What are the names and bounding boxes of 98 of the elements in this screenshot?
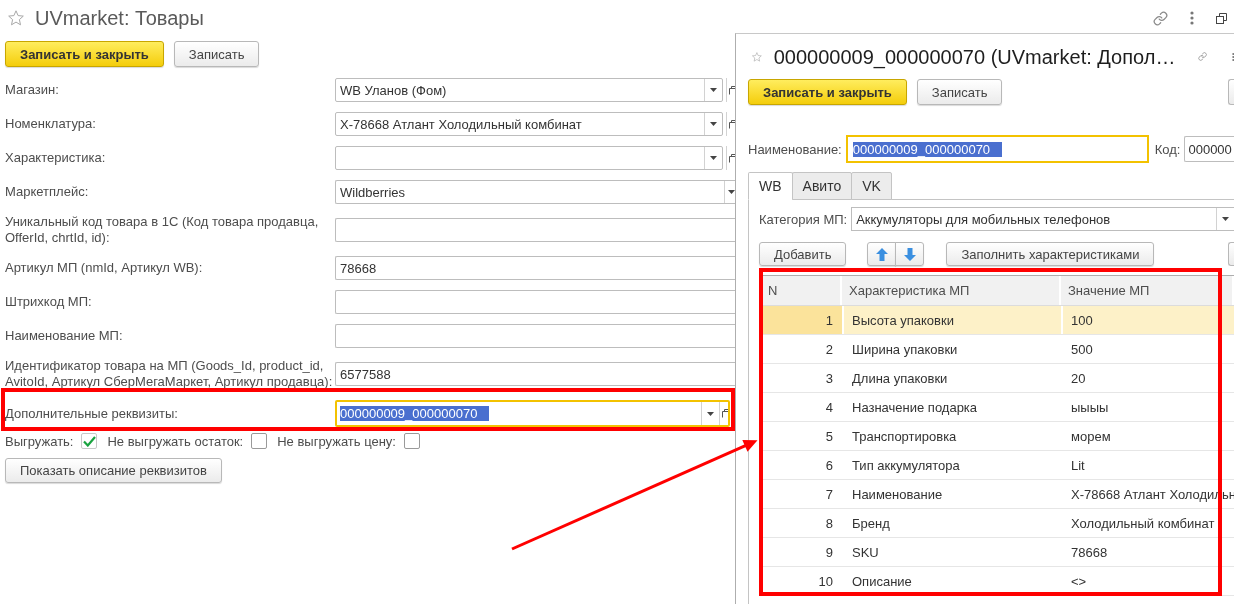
input-field[interactable]: 78668	[335, 256, 735, 280]
table-row[interactable]: 1 Высота упаковки 100	[761, 306, 1234, 335]
toolbar-button[interactable]: Заполнить характеристиками	[946, 242, 1155, 266]
table-cell-text: 7	[824, 485, 834, 504]
table-cell-text: Тип аккумулятора	[851, 456, 961, 475]
save-button[interactable]: Записать	[916, 79, 1003, 105]
tab[interactable]: VK	[851, 172, 892, 200]
checkbox-label: Не выгружать остаток:	[107, 433, 244, 449]
checkbox[interactable]	[81, 433, 98, 449]
restore-window-icon[interactable]	[1216, 12, 1227, 24]
table-cell-text: <>	[1070, 572, 1088, 591]
select-field[interactable]: Х-78668 Атлант Холодильный комбинат	[335, 112, 723, 136]
link-icon[interactable]	[1153, 10, 1168, 26]
describe-button[interactable]: Показать описание реквизитов	[5, 458, 222, 483]
table-cell-text: 10	[817, 572, 834, 591]
column-header[interactable]: N	[761, 276, 842, 305]
table-cell-text: 4	[824, 398, 834, 417]
window-icon	[729, 85, 735, 95]
table-cell-text: Lit	[1070, 456, 1086, 475]
table-cell-text: Ширина упаковки	[851, 340, 959, 359]
tick-icon	[82, 435, 96, 447]
table-cell-text: 78668	[1070, 543, 1109, 562]
field-label: Категория МП:	[759, 211, 848, 227]
select-field[interactable]: Аккумуляторы для мобильных телефонов	[851, 207, 1234, 231]
caret-icon	[710, 156, 717, 160]
field-label: Уникальный код товара в 1С (Код товара продавца, OfferId, chrtId, id):	[5, 214, 320, 246]
input-field[interactable]	[335, 218, 735, 242]
caret-icon	[1222, 217, 1229, 221]
tab[interactable]: Авито	[791, 172, 853, 200]
select-field[interactable]: Wildberries	[335, 180, 735, 204]
field-label: Дополнительные реквизиты:	[5, 405, 179, 422]
table-cell-text: ыыыы	[1070, 398, 1110, 417]
select-field[interactable]: 000000009_000000070	[335, 400, 730, 427]
table-cell-text: 3	[824, 369, 834, 388]
field-label: Наименование:	[748, 141, 842, 157]
open-button[interactable]	[719, 402, 728, 425]
table-cell-text: Длина упаковки	[851, 369, 949, 388]
toolbar-button[interactable]	[1228, 79, 1234, 105]
window-icon	[722, 409, 728, 418]
input-field[interactable]: 6577588	[335, 362, 735, 386]
field-label: Номенклатура:	[5, 116, 97, 132]
field-label: Код:	[1154, 141, 1181, 157]
save-close-button[interactable]: Записать и закрыть	[748, 79, 907, 105]
table-cell-text: 20	[1070, 369, 1087, 388]
table-cell: 1	[761, 306, 842, 334]
select-field[interactable]: WB Уланов (Фом)	[335, 78, 723, 102]
save-button[interactable]: Записать	[173, 41, 260, 67]
table-cell-text: 5	[824, 427, 834, 446]
toolbar-button[interactable]: Добавить	[759, 242, 847, 266]
toolbar-button[interactable]	[1228, 242, 1234, 266]
table-cell-text: Холодильный комбинат	[1070, 514, 1216, 533]
column-header[interactable]: Значение МП	[1061, 276, 1234, 305]
table-cell-text: 8	[824, 514, 834, 533]
window-icon	[729, 119, 735, 129]
window-title: UVmarket: Товары	[35, 6, 204, 30]
field-label: Наименование МП:	[5, 328, 124, 344]
table-cell-text: Назначение подарка	[851, 398, 979, 417]
input-field[interactable]: 000000	[1184, 136, 1234, 162]
window-title: 000000009_000000070 (UVmarket: Допол…	[773, 44, 1176, 69]
caret-icon	[707, 411, 714, 416]
tab[interactable]: WB	[748, 172, 793, 200]
table-cell-text: 6	[824, 456, 834, 475]
caret-icon	[710, 88, 717, 92]
checkbox[interactable]	[404, 433, 420, 449]
input-field[interactable]	[335, 324, 735, 348]
table-cell-text: Бренд	[851, 514, 891, 533]
field-label: Артикул МП (nmId, Артикул WB):	[5, 260, 204, 276]
table-cell-text: Описание	[851, 572, 913, 591]
star-icon[interactable]	[8, 10, 24, 26]
checkbox[interactable]	[251, 433, 268, 449]
down-arrow-icon	[903, 247, 916, 261]
select-field[interactable]	[335, 146, 723, 170]
table-cell-text: Наименование	[851, 485, 944, 504]
checkbox-label: Выгружать:	[5, 433, 74, 449]
table-cell-text: морем	[1070, 427, 1112, 446]
field-label: Характеристика:	[5, 150, 107, 166]
table-cell-text: 500	[1070, 340, 1094, 359]
column-header[interactable]: Характеристика МП	[842, 276, 1061, 305]
link-icon[interactable]	[1198, 49, 1208, 64]
field-label: Штрихкод МП:	[5, 294, 93, 310]
table-cell-text: 9	[824, 543, 834, 562]
more-icon[interactable]	[1190, 11, 1194, 25]
save-close-button[interactable]: Записать и закрыть	[5, 41, 164, 67]
table-cell-text: Транспортировка	[851, 427, 958, 446]
move-up-button[interactable]	[867, 242, 897, 266]
field-label: Идентификатор товара на МП (Goods_Id, product_id, AvitoId, Артикул СберМегаМаркет, Артикул продавца):	[5, 358, 334, 390]
field-label: Магазин:	[5, 82, 60, 98]
caret-icon	[710, 122, 717, 126]
table-cell-text: SKU	[851, 543, 880, 562]
move-down-button[interactable]	[895, 242, 925, 266]
checkbox-label: Не выгружать цену:	[277, 433, 396, 449]
field-label: Маркетплейс:	[5, 184, 90, 200]
input-field[interactable]	[335, 290, 735, 314]
caret-icon	[728, 190, 735, 194]
up-arrow-icon	[875, 247, 888, 261]
window-icon	[729, 153, 735, 163]
input-field[interactable]: 000000009_000000070	[845, 135, 1149, 163]
table-cell-text: 2	[824, 340, 834, 359]
